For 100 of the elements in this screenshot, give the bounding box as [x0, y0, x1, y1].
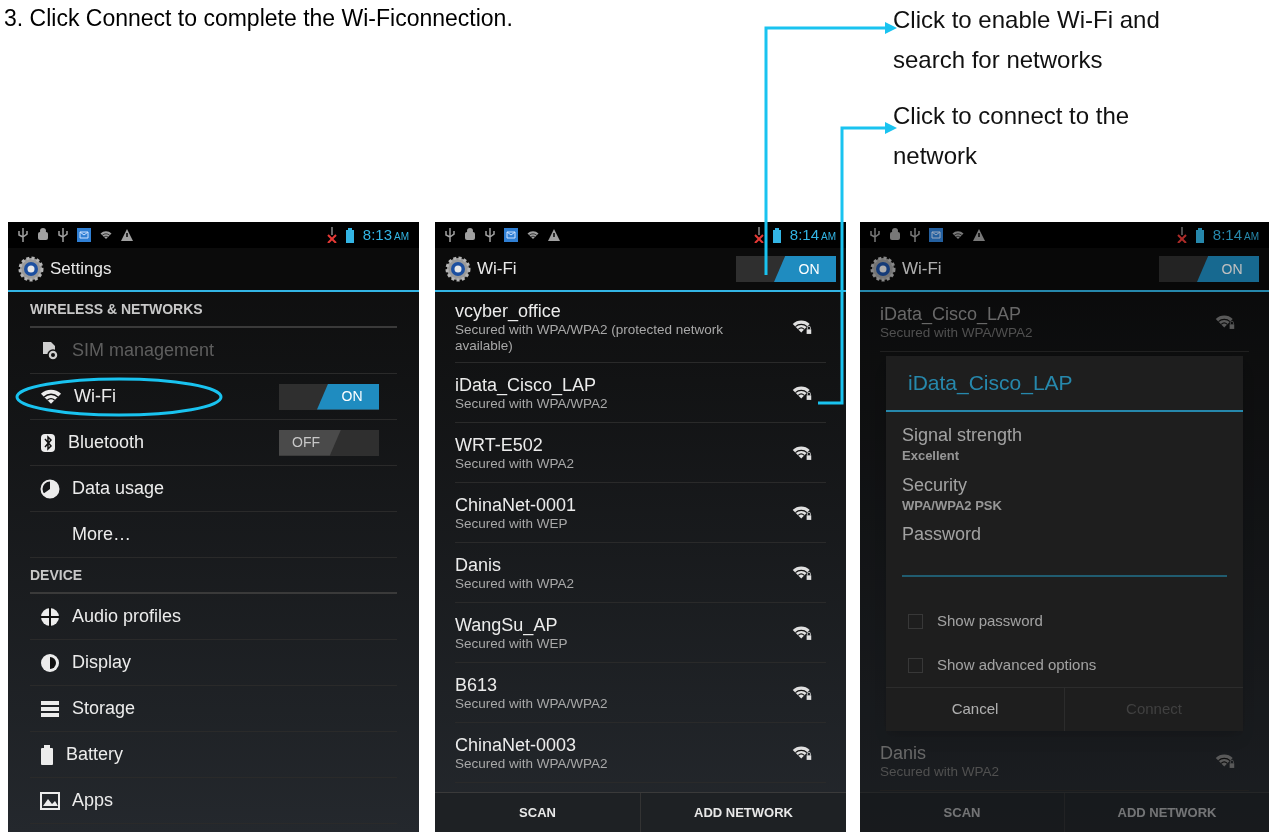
- screen-title: Settings: [50, 258, 112, 281]
- bottom-bar-button[interactable]: SCAN: [435, 793, 640, 832]
- usb-icon: [910, 228, 920, 242]
- wifi-lock-icon: [792, 319, 812, 335]
- wifi-lock-icon: [792, 624, 812, 641]
- settings-item-label: Data usage: [72, 477, 166, 500]
- network-security: Secured with WPA/WPA2: [455, 395, 609, 412]
- settings-item-label: Battery: [66, 743, 125, 766]
- network-list-item[interactable]: iData_Cisco_LAP Secured with WPA/WPA2: [880, 292, 1249, 352]
- settings-item-label: Storage: [72, 697, 137, 720]
- settings-item-label: Wi-Fi: [74, 385, 117, 408]
- battery-icon: [345, 227, 354, 243]
- settings-item[interactable]: Wi-Fi ON: [30, 374, 397, 420]
- usb-icon: [18, 228, 28, 242]
- network-security: Secured with WPA2: [455, 455, 576, 472]
- wifi-lock-icon: [792, 684, 812, 701]
- quartered-circle-icon: [40, 606, 60, 627]
- bottom-bar-button[interactable]: ADD NETWORK: [640, 793, 846, 832]
- wifi-icon: [100, 230, 112, 240]
- wifi-lock-icon: [792, 444, 812, 461]
- network-name: iData_Cisco_LAP: [880, 302, 1023, 325]
- network-security: Secured with WPA/WPA2: [880, 324, 1034, 341]
- checkbox-label: Show password: [937, 610, 1043, 631]
- status-time: 8:14: [1212, 224, 1242, 245]
- bottom-bar-button[interactable]: SCAN: [860, 793, 1064, 832]
- wifi-lock-icon: [792, 504, 812, 521]
- wifi-icon: [952, 230, 964, 240]
- network-name: iData_Cisco_LAP: [455, 373, 598, 396]
- screen-title: Wi-Fi: [477, 258, 517, 281]
- bottom-bar-button[interactable]: ADD NETWORK: [1064, 793, 1269, 832]
- brightness-icon: [40, 652, 60, 673]
- toggle-switch[interactable]: ON: [736, 256, 836, 282]
- settings-item[interactable]: More…: [30, 512, 397, 558]
- checkbox-label: Show advanced options: [937, 654, 1097, 675]
- settings-item-label: Apps: [72, 789, 115, 812]
- network-list-item[interactable]: WangSu_AP Secured with WEP: [455, 603, 826, 663]
- settings-item[interactable]: Data usage: [30, 466, 397, 512]
- network-list-item[interactable]: iData_Cisco_LAP Secured with WPA/WPA2: [455, 363, 826, 423]
- wifi-lock-icon: [792, 744, 812, 761]
- network-name: Danis: [455, 553, 503, 576]
- no-signal-icon: [753, 227, 764, 243]
- screen-title: Wi-Fi: [902, 258, 942, 281]
- settings-item-label: Bluetooth: [68, 431, 146, 454]
- network-security: Secured with WEP: [455, 515, 569, 532]
- network-name: ChinaNet-0003: [455, 733, 578, 756]
- sim-card-icon: [40, 340, 60, 361]
- mail-icon: [929, 228, 943, 242]
- network-list-item[interactable]: B613 Secured with WPA/WPA2: [455, 663, 826, 723]
- network-list-item[interactable]: WRT-E502 Secured with WPA2: [455, 423, 826, 483]
- network-list-item[interactable]: Danis Secured with WPA2: [455, 543, 826, 603]
- wifi-lock-icon: [1215, 313, 1235, 330]
- field-value: WPA/WPA2 PSK: [902, 496, 1003, 515]
- warning-icon: [121, 229, 133, 241]
- usb-icon: [445, 228, 455, 242]
- field-label: Security: [902, 473, 969, 496]
- usb-icon: [58, 228, 68, 242]
- settings-item[interactable]: Storage: [30, 686, 397, 732]
- dialog-title: iData_Cisco_LAP: [886, 356, 1243, 412]
- status-am-pm: AM: [821, 229, 836, 244]
- pie-chart-icon: [40, 478, 60, 499]
- field-value: Excellent: [902, 447, 961, 465]
- wifi-lock-icon: [792, 384, 812, 401]
- robot-icon: [464, 228, 476, 242]
- status-am-pm: AM: [1244, 229, 1259, 244]
- storage-icon: [40, 699, 60, 718]
- network-name: WRT-E502: [455, 433, 544, 456]
- robot-icon: [889, 228, 901, 242]
- checkbox[interactable]: [908, 613, 923, 629]
- settings-item[interactable]: Apps: [30, 778, 397, 824]
- battery-icon: [40, 744, 54, 765]
- warning-icon: [548, 229, 560, 241]
- checkbox[interactable]: [908, 657, 923, 673]
- network-name: vcyber_office: [455, 300, 562, 322]
- field-label: Password: [902, 523, 983, 545]
- status-time: 8:14: [789, 224, 819, 245]
- settings-item[interactable]: Audio profiles: [30, 594, 397, 640]
- wifi-icon: [527, 230, 539, 240]
- status-am-pm: AM: [394, 229, 409, 244]
- dialog-button[interactable]: Cancel: [886, 688, 1064, 731]
- settings-item-label: Display: [72, 651, 133, 674]
- settings-item[interactable]: Display: [30, 640, 397, 686]
- network-list-item[interactable]: ChinaNet-0001 Secured with WEP: [455, 483, 826, 543]
- settings-item[interactable]: Battery: [30, 732, 397, 778]
- section-header: WIRELESS & NETWORKS: [30, 292, 397, 328]
- network-list-item[interactable]: ChinaNet-0003 Secured with WPA/WPA2: [455, 723, 826, 783]
- network-name: Danis: [880, 741, 928, 764]
- toggle-switch[interactable]: ON: [279, 383, 379, 410]
- wifi-lock-icon: [1215, 752, 1235, 769]
- network-list-item[interactable]: vcyber_office Secured with WPA/WPA2 (protected network available): [455, 292, 826, 363]
- field-label: Signal strength: [902, 424, 1024, 446]
- network-security: Secured with WEP: [455, 635, 569, 652]
- settings-item[interactable]: Bluetooth OFF: [30, 420, 397, 466]
- callout-text: Click to enable Wi-Fi and search for networks: [893, 5, 1161, 75]
- toggle-switch[interactable]: OFF: [279, 429, 379, 456]
- network-security: Secured with WPA/WPA2: [455, 755, 609, 772]
- network-name: ChinaNet-0001: [455, 493, 578, 516]
- gear-icon: [18, 256, 44, 282]
- battery-icon: [772, 227, 781, 243]
- usb-icon: [485, 228, 495, 242]
- network-security: Secured with WPA2: [455, 575, 576, 592]
